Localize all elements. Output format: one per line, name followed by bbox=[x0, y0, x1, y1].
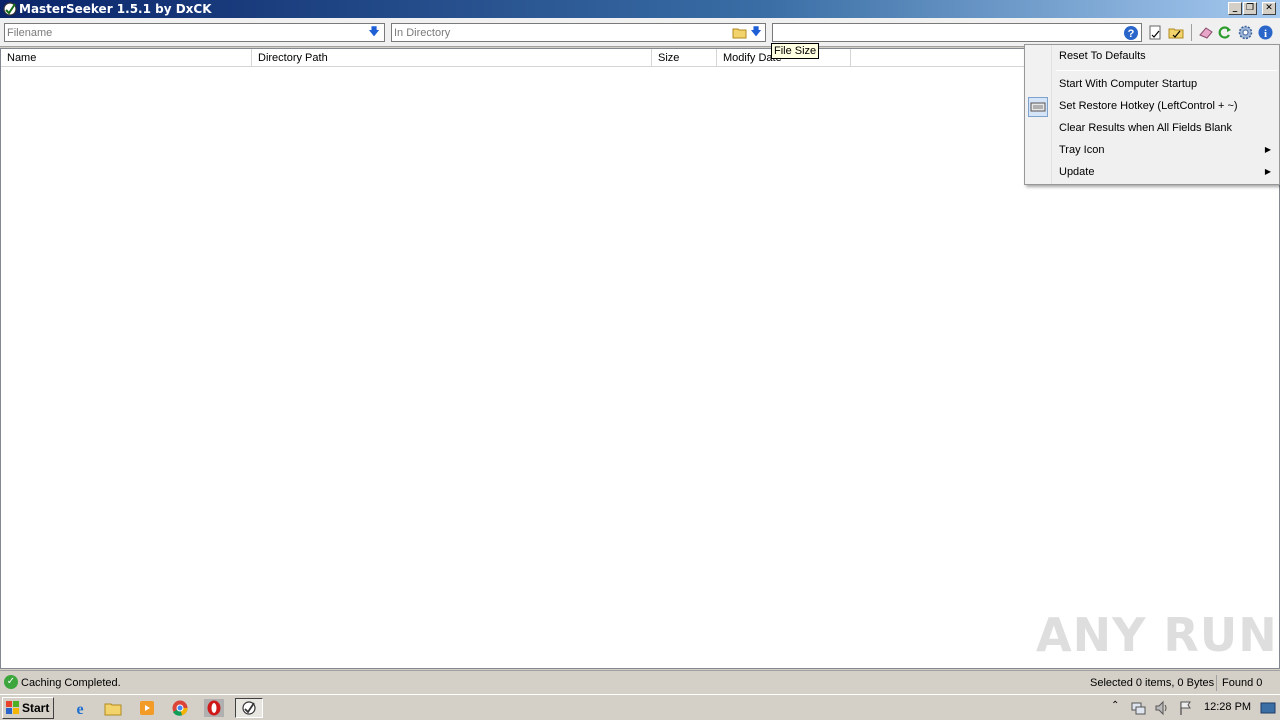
menu-item-start-with-computer-startup[interactable]: Start With Computer Startup bbox=[1025, 73, 1279, 95]
start-label: Start bbox=[22, 701, 50, 715]
explorer-icon[interactable] bbox=[102, 698, 124, 718]
masterseeker-app-icon bbox=[3, 2, 17, 16]
network-icon[interactable] bbox=[1130, 700, 1146, 716]
menu-item-clear-results[interactable]: Clear Results when All Fields Blank bbox=[1025, 117, 1279, 139]
browse-folder-icon[interactable] bbox=[732, 26, 747, 39]
filename-field[interactable]: 🡇 bbox=[4, 23, 385, 42]
menu-item-label: Tray Icon bbox=[1059, 144, 1105, 156]
status-text: Caching Completed. bbox=[21, 677, 121, 689]
found-count: Found 0 bbox=[1222, 677, 1263, 689]
restore-button[interactable]: ❐ bbox=[1243, 2, 1257, 15]
system-tray: ⌃ 12:28 PM bbox=[1106, 697, 1280, 719]
menu-separator bbox=[1056, 70, 1277, 71]
settings-icon[interactable] bbox=[1237, 24, 1254, 41]
menu-item-tray-icon[interactable]: Tray Icon ▶ bbox=[1025, 139, 1279, 161]
title-bar: MasterSeeker 1.5.1 by DxCK _ ❐ ✕ bbox=[0, 0, 1280, 18]
status-separator bbox=[1216, 675, 1217, 691]
search-toolbar: 🡇 🡇 ? i bbox=[0, 18, 1280, 47]
check-icon: ✓ bbox=[4, 675, 18, 689]
media-player-icon[interactable] bbox=[136, 698, 158, 718]
svg-text:i: i bbox=[1264, 28, 1267, 40]
status-bar: ✓ Caching Completed. Selected 0 items, 0 … bbox=[0, 670, 1280, 693]
opera-icon[interactable] bbox=[203, 698, 225, 718]
menu-item-label: Set Restore Hotkey (LeftControl + ~) bbox=[1059, 100, 1238, 112]
menu-item-set-restore-hotkey[interactable]: Set Restore Hotkey (LeftControl + ~) bbox=[1025, 95, 1279, 117]
volume-icon[interactable] bbox=[1154, 700, 1170, 716]
directory-dropdown-arrow-icon[interactable]: 🡇 bbox=[750, 26, 762, 39]
filename-input[interactable] bbox=[5, 24, 384, 41]
file-select-icon[interactable] bbox=[1147, 24, 1164, 41]
submenu-arrow-icon: ▶ bbox=[1264, 167, 1271, 176]
start-button[interactable]: Start bbox=[2, 697, 54, 719]
selected-count: Selected 0 items, 0 Bytes bbox=[1090, 677, 1215, 689]
menu-item-label: Start With Computer Startup bbox=[1059, 78, 1198, 90]
clock[interactable]: 12:28 PM bbox=[1204, 701, 1251, 713]
directory-input[interactable] bbox=[392, 24, 765, 41]
show-hidden-icons-icon[interactable]: ⌃ bbox=[1111, 700, 1119, 711]
svg-text:e: e bbox=[76, 701, 83, 718]
show-desktop-icon[interactable] bbox=[1260, 700, 1276, 716]
watermark-logo: ANY RUN bbox=[1036, 608, 1278, 662]
column-header-size[interactable]: Size bbox=[652, 49, 717, 67]
size-field[interactable]: ? bbox=[772, 23, 1142, 42]
column-header-name[interactable]: Name bbox=[1, 49, 252, 67]
window-title: MasterSeeker 1.5.1 by DxCK bbox=[19, 2, 212, 16]
help-icon[interactable]: ? bbox=[1123, 25, 1139, 41]
menu-item-label: Update bbox=[1059, 166, 1095, 178]
masterseeker-icon bbox=[242, 701, 256, 715]
info-icon[interactable]: i bbox=[1257, 24, 1274, 41]
windows-flag-icon bbox=[6, 701, 19, 714]
submenu-arrow-icon: ▶ bbox=[1264, 145, 1271, 154]
menu-item-label: Clear Results when All Fields Blank bbox=[1059, 122, 1233, 134]
action-center-flag-icon[interactable] bbox=[1178, 700, 1194, 716]
menu-item-reset-to-defaults[interactable]: Reset To Defaults bbox=[1025, 45, 1279, 67]
menu-item-update[interactable]: Update ▶ bbox=[1025, 161, 1279, 183]
status-message: ✓ Caching Completed. bbox=[4, 675, 121, 691]
column-header-directory-path[interactable]: Directory Path bbox=[252, 49, 652, 67]
refresh-icon[interactable] bbox=[1216, 24, 1233, 41]
options-context-menu: Reset To Defaults Start With Computer St… bbox=[1024, 44, 1280, 185]
directory-field[interactable]: 🡇 bbox=[391, 23, 766, 42]
taskbar: Start e ⌃ 12:28 PM bbox=[0, 694, 1280, 720]
ie-icon[interactable]: e bbox=[69, 698, 91, 718]
size-input[interactable] bbox=[773, 24, 1141, 41]
masterseeker-taskbar-button[interactable] bbox=[235, 698, 263, 718]
folder-open-icon[interactable] bbox=[1168, 24, 1185, 41]
filename-dropdown-arrow-icon[interactable]: 🡇 bbox=[368, 26, 380, 39]
eraser-icon[interactable] bbox=[1197, 24, 1214, 41]
minimize-button[interactable]: _ bbox=[1228, 2, 1242, 15]
toolbar-separator bbox=[1191, 24, 1192, 41]
menu-item-label: Reset To Defaults bbox=[1059, 50, 1146, 62]
svg-text:?: ? bbox=[1128, 28, 1135, 40]
close-button[interactable]: ✕ bbox=[1262, 2, 1276, 15]
file-size-tooltip: File Size bbox=[771, 43, 820, 59]
chrome-icon[interactable] bbox=[169, 698, 191, 718]
